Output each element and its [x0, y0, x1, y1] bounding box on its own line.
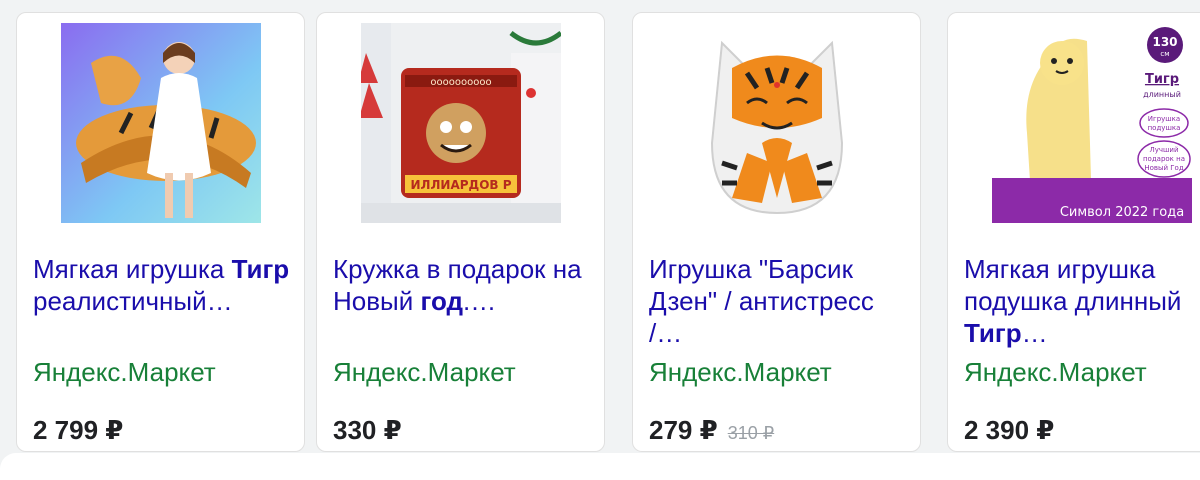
product-title[interactable]: Мягкая игрушка Тигр реалистичный…	[33, 253, 298, 317]
store-name[interactable]: Яндекс.Маркет	[33, 356, 216, 388]
store-name[interactable]: Яндекс.Маркет	[649, 356, 832, 388]
svg-text:130: 130	[1152, 35, 1177, 49]
svg-text:Игрушка: Игрушка	[1147, 115, 1179, 123]
product-title[interactable]: Мягкая игрушка подушка длинный Тигр…	[964, 253, 1200, 349]
product-price: 2 799 ₽	[33, 415, 124, 445]
product-title[interactable]: Кружка в подарок на Новый год.…	[333, 253, 598, 317]
product-image-zen-cat[interactable]	[633, 13, 920, 233]
product-title[interactable]: Игрушка "Барсик Дзен" / антистресс /…	[649, 253, 914, 349]
product-price: 330 ₽	[333, 415, 402, 445]
store-name[interactable]: Яндекс.Маркет	[333, 356, 516, 388]
product-carousel[interactable]: Мягкая игрушка Тигр реалистичный… Яндекс…	[0, 0, 1200, 453]
store-name[interactable]: Яндекс.Маркет	[964, 356, 1147, 388]
svg-text:длинный: длинный	[1143, 90, 1181, 99]
product-price: 2 390 ₽	[964, 415, 1055, 445]
svg-text:Лучший: Лучший	[1149, 146, 1178, 154]
results-panel-edge	[0, 453, 1200, 480]
svg-text:Новый Год: Новый Год	[1144, 164, 1184, 172]
product-card-4[interactable]: Символ 2022 года 130 см Тигр длинный Игр…	[947, 12, 1200, 452]
svg-text:см: см	[1160, 50, 1169, 58]
product-price: 279 ₽310 ₽	[649, 415, 775, 445]
product-card-2[interactable]: oooooooooo ИЛЛИАРДОВ Р Кружка в подарок …	[316, 12, 605, 452]
svg-text:Символ 2022 года: Символ 2022 года	[1059, 205, 1183, 220]
product-card-3[interactable]: Игрушка "Барсик Дзен" / антистресс /… Ян…	[632, 12, 921, 452]
svg-text:Тигр: Тигр	[1144, 72, 1178, 87]
product-image-tiger-toy[interactable]	[17, 13, 304, 233]
product-image-mug[interactable]: oooooooooo ИЛЛИАРДОВ Р	[317, 13, 604, 233]
product-image-tiger-pillow[interactable]: Символ 2022 года 130 см Тигр длинный Игр…	[948, 13, 1200, 233]
svg-text:подарок на: подарок на	[1142, 155, 1184, 163]
product-card-1[interactable]: Мягкая игрушка Тигр реалистичный… Яндекс…	[16, 12, 305, 452]
old-price: 310 ₽	[727, 423, 775, 443]
svg-text:ИЛЛИАРДОВ Р: ИЛЛИАРДОВ Р	[410, 178, 511, 192]
svg-text:подушка: подушка	[1147, 124, 1180, 132]
svg-text:oooooooooo: oooooooooo	[430, 77, 491, 88]
